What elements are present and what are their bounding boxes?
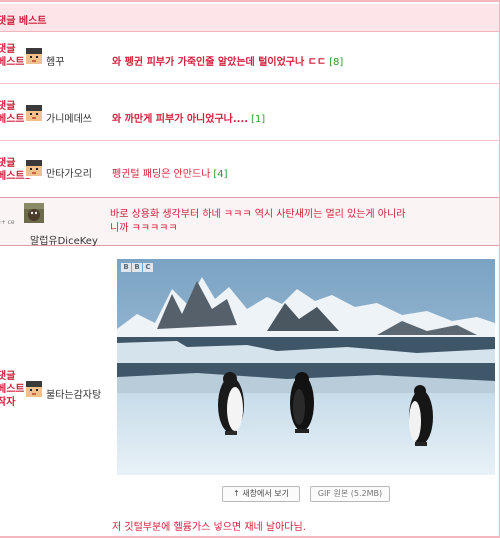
penguin-gif[interactable]: B B C (117, 259, 495, 475)
best-label-line: 댓글 (0, 371, 16, 382)
comment-row: 댓글 베스트1 헴꾸 와 펭귄 피부가 가죽인줄 알았는데 털이었구나 ㄷㄷ [8… (0, 33, 499, 84)
username[interactable]: 헴꾸 (46, 53, 64, 68)
best-label-line: e+ ce (0, 219, 15, 226)
comment-text: 와 까만게 피부가 아니었구나.... [1] (112, 110, 265, 125)
pixel-face-icon[interactable] (24, 158, 44, 178)
best-label-line: 작자 (0, 397, 16, 408)
gif-original-button[interactable]: GIF 원본 (5.2MB) (310, 486, 390, 502)
animal-photo-icon[interactable] (24, 203, 44, 223)
comment-row: e+ ce 알럽유DiceKey 바로 상용화 생각부터 하네 ㅋㅋㅋ 역시 사… (0, 198, 499, 247)
comment-row: 댓글 베스트2 가니메데쓰 와 까만게 피부가 아니었구나.... [1] (0, 84, 499, 141)
comment-text: 바로 상용화 생각부터 하네 ㅋㅋㅋ 역시 사탄새끼는 멀리 있는게 아니라 니… (110, 208, 430, 236)
pixel-face-icon[interactable] (24, 379, 44, 399)
best-label-line: 베스트 (0, 384, 25, 395)
pixel-face-icon[interactable] (24, 46, 44, 66)
comment-text: 와 펭귄 피부가 가죽인줄 알았는데 털이었구나 ㄷㄷ [8] (112, 53, 343, 68)
comment-body: 펭귄털 패딩은 안만드나 (112, 169, 211, 180)
penguin-scene-image (117, 259, 495, 475)
username[interactable]: 알럽유DiceKey (30, 232, 98, 247)
bbc-logo: B B C (121, 263, 153, 272)
username[interactable]: 불타는감자탕 (46, 386, 101, 401)
pixel-face-icon[interactable] (24, 103, 44, 123)
open-new-window-button[interactable]: ↑ 새창에서 보기 (222, 486, 300, 502)
comment-line: 바로 상용화 생각부터 하네 ㅋㅋㅋ 역시 사탄새끼는 멀리 있는게 아니라 (110, 209, 406, 220)
comment-row: 댓글 베스트3 만타가오리 펭귄털 패딩은 안만드나 [4] (0, 141, 499, 198)
best-badge: 댓글 베스트 작자 (0, 370, 25, 409)
comment-text: 저 깃털부분에 헬륨가스 넣으면 재네 날아다님. (112, 522, 306, 533)
section-title: 댓글 베스트 (0, 16, 47, 27)
reply-count[interactable]: [4] (213, 169, 227, 180)
comment-body: 와 펭귄 피부가 가죽인줄 알았는데 털이었구나 ㄷㄷ (112, 57, 327, 68)
best-badge: e+ ce (0, 216, 15, 229)
comment-body: 와 까만게 피부가 아니었구나.... (112, 114, 249, 125)
username[interactable]: 가니메데쓰 (46, 110, 92, 125)
section-header: 댓글 베스트 (0, 4, 499, 32)
reply-count[interactable]: [1] (251, 114, 265, 125)
comment-row: 댓글 베스트 작자 불타는감자탕 B B C ↑ 새창에서 보기 GIF 원본 … (0, 246, 499, 538)
username[interactable]: 만타가오리 (46, 165, 92, 180)
best-comments-panel: 댓글 베스트 댓글 베스트1 헴꾸 와 펭귄 피부가 가죽인줄 알았는데 털이었… (0, 0, 500, 538)
reply-count[interactable]: [8] (329, 57, 343, 68)
comment-line: 니까 ㅋㅋㅋㅋㅋ (110, 223, 178, 234)
comment-text: 펭귄털 패딩은 안만드나 [4] (112, 165, 228, 180)
